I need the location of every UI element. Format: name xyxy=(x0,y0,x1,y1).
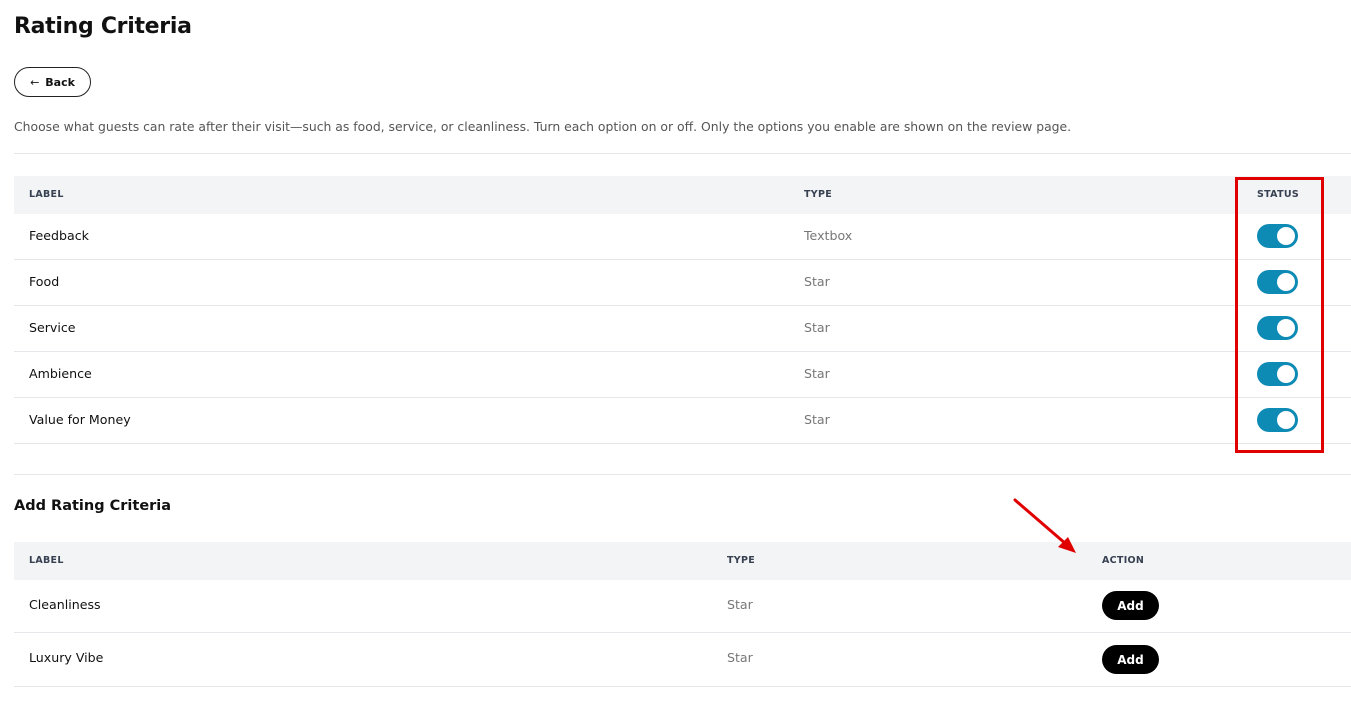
status-toggle-value-for-money[interactable] xyxy=(1257,408,1298,432)
table-row: Food Star xyxy=(14,260,1351,306)
add-table-header: LABEL TYPE ACTION xyxy=(14,542,1351,580)
toggle-knob xyxy=(1277,273,1295,291)
table-row: Ambience Star xyxy=(14,352,1351,398)
page-title: Rating Criteria xyxy=(14,14,192,39)
status-toggle-service[interactable] xyxy=(1257,316,1298,340)
column-header-type: TYPE xyxy=(804,189,833,200)
column-header-label: LABEL xyxy=(29,555,64,566)
status-toggle-ambience[interactable] xyxy=(1257,362,1298,386)
back-button-label: Back xyxy=(45,75,75,89)
table-row: Luxury Vibe Star Add xyxy=(14,633,1351,687)
status-toggle-feedback[interactable] xyxy=(1257,224,1298,248)
criteria-label: Service xyxy=(29,320,76,335)
status-toggle-food[interactable] xyxy=(1257,270,1298,294)
table-row: Service Star xyxy=(14,306,1351,352)
divider xyxy=(14,474,1351,475)
column-header-status: STATUS xyxy=(1257,189,1300,200)
add-criteria-type: Star xyxy=(727,650,753,665)
arrow-left-icon: ← xyxy=(30,75,40,89)
table-row: Cleanliness Star Add xyxy=(14,580,1351,633)
criteria-type: Star xyxy=(804,274,830,289)
add-button-luxury-vibe[interactable]: Add xyxy=(1102,645,1159,674)
column-header-label: LABEL xyxy=(29,189,64,200)
criteria-label: Food xyxy=(29,274,60,289)
toggle-knob xyxy=(1277,411,1295,429)
toggle-knob xyxy=(1277,319,1295,337)
add-criteria-label: Cleanliness xyxy=(29,597,101,612)
table-row: Feedback Textbox xyxy=(14,214,1351,260)
add-criteria-type: Star xyxy=(727,597,753,612)
toggle-knob xyxy=(1277,227,1295,245)
criteria-type: Star xyxy=(804,320,830,335)
toggle-knob xyxy=(1277,365,1295,383)
divider xyxy=(14,153,1351,154)
criteria-label: Feedback xyxy=(29,228,89,243)
add-button-cleanliness[interactable]: Add xyxy=(1102,591,1159,620)
criteria-type: Textbox xyxy=(804,228,853,243)
add-criteria-label: Luxury Vibe xyxy=(29,650,104,665)
criteria-type: Star xyxy=(804,366,830,381)
column-header-action: ACTION xyxy=(1102,555,1145,566)
criteria-type: Star xyxy=(804,412,830,427)
page-description: Choose what guests can rate after their … xyxy=(14,119,1072,134)
criteria-table-header: LABEL TYPE STATUS xyxy=(14,176,1351,214)
table-row: Value for Money Star xyxy=(14,398,1351,444)
criteria-label: Value for Money xyxy=(29,412,131,427)
criteria-label: Ambience xyxy=(29,366,92,381)
column-header-type: TYPE xyxy=(727,555,756,566)
back-button[interactable]: ← Back xyxy=(14,67,91,97)
add-section-title: Add Rating Criteria xyxy=(14,498,172,514)
